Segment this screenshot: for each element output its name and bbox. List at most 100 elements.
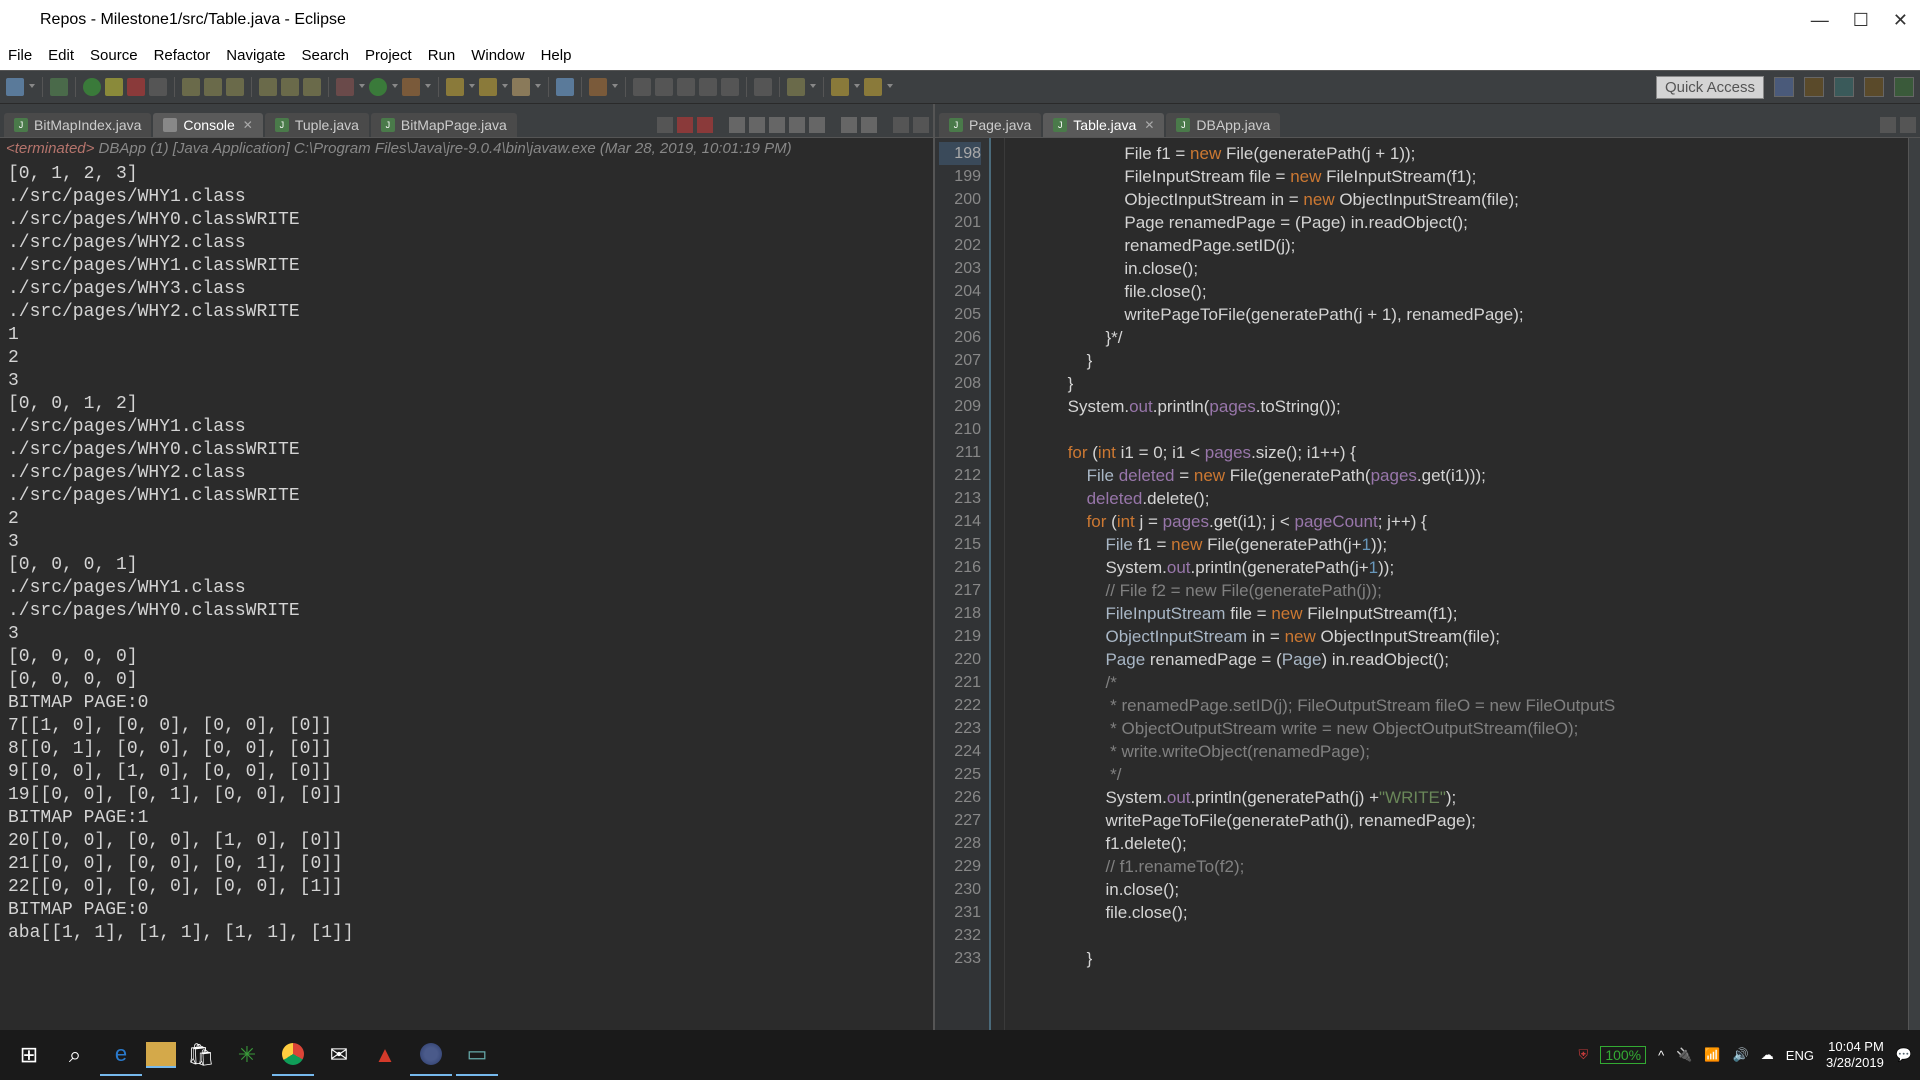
newpkg-icon[interactable]	[446, 78, 464, 96]
minimize-view-icon[interactable]	[893, 117, 909, 133]
tb-icon[interactable]	[512, 78, 530, 96]
terminate-relaunch-icon[interactable]	[657, 117, 673, 133]
notepad-icon[interactable]: ▭	[456, 1034, 498, 1076]
perspective-icon[interactable]	[1864, 77, 1884, 97]
save-icon[interactable]	[50, 78, 68, 96]
remove-launch-icon[interactable]	[677, 117, 693, 133]
eclipse-taskbar-icon[interactable]	[410, 1034, 452, 1076]
volume-icon[interactable]: 🔊	[1733, 1047, 1749, 1063]
perspective-open-icon[interactable]	[1774, 77, 1794, 97]
notifications-icon[interactable]: 💬	[1896, 1047, 1912, 1063]
app-icon[interactable]: ✳	[226, 1034, 268, 1076]
security-icon[interactable]: ⛨	[1579, 1047, 1589, 1063]
battery-indicator[interactable]: 100%	[1600, 1046, 1646, 1064]
perspective-debug-icon[interactable]	[1834, 77, 1854, 97]
pause-icon[interactable]	[105, 78, 123, 96]
tab-dbapp-java[interactable]: JDBApp.java	[1166, 113, 1280, 137]
forward-icon[interactable]	[864, 78, 882, 96]
fold-column[interactable]	[991, 138, 1005, 1030]
menu-help[interactable]: Help	[541, 47, 572, 64]
open-console-icon[interactable]	[841, 117, 857, 133]
code-editor[interactable]: 1981992002012022032042052062072082092102…	[935, 138, 1920, 1030]
search-icon[interactable]	[589, 78, 607, 96]
menu-window[interactable]: Window	[471, 47, 524, 64]
debug-icon[interactable]	[336, 78, 354, 96]
edge-icon[interactable]: e	[100, 1034, 142, 1076]
menu-edit[interactable]: Edit	[48, 47, 74, 64]
maximize-button[interactable]: ☐	[1853, 10, 1869, 31]
maximize-editor-icon[interactable]	[1900, 117, 1916, 133]
menu-run[interactable]: Run	[428, 47, 456, 64]
store-icon[interactable]: 🛍	[180, 1034, 222, 1076]
acrobat-icon[interactable]: ▲	[364, 1034, 406, 1076]
stepover-icon[interactable]	[204, 78, 222, 96]
stepinto-icon[interactable]	[182, 78, 200, 96]
new-console-icon[interactable]	[861, 117, 877, 133]
menu-project[interactable]: Project	[365, 47, 412, 64]
tab-tuple-java[interactable]: JTuple.java	[265, 113, 369, 137]
tb-icon[interactable]	[721, 78, 739, 96]
back-icon[interactable]	[831, 78, 849, 96]
power-icon[interactable]: 🔌	[1676, 1047, 1692, 1063]
menu-refactor[interactable]: Refactor	[154, 47, 211, 64]
menu-navigate[interactable]: Navigate	[226, 47, 285, 64]
tab-console[interactable]: Console✕	[153, 113, 262, 137]
eclipse-icon	[12, 10, 32, 30]
perspective-java-icon[interactable]	[1804, 77, 1824, 97]
run-icon[interactable]	[83, 78, 101, 96]
menu-source[interactable]: Source	[90, 47, 138, 64]
tb-icon[interactable]	[259, 78, 277, 96]
file-explorer-icon[interactable]	[146, 1042, 176, 1068]
tab-bitmappage-java[interactable]: JBitMapPage.java	[371, 113, 517, 137]
word-wrap-icon[interactable]	[769, 117, 785, 133]
clock[interactable]: 10:04 PM 3/28/2019	[1826, 1039, 1884, 1071]
tb-icon[interactable]	[677, 78, 695, 96]
minimize-editor-icon[interactable]	[1880, 117, 1896, 133]
perspective-icon[interactable]	[1894, 77, 1914, 97]
tb-icon[interactable]	[281, 78, 299, 96]
disconnect-icon[interactable]	[149, 78, 167, 96]
newclass-icon[interactable]	[479, 78, 497, 96]
minimize-button[interactable]: —	[1811, 10, 1829, 31]
clear-console-icon[interactable]	[729, 117, 745, 133]
opentype-icon[interactable]	[556, 78, 574, 96]
tb-icon[interactable]	[303, 78, 321, 96]
stepreturn-icon[interactable]	[226, 78, 244, 96]
scroll-lock-icon[interactable]	[749, 117, 765, 133]
new-icon[interactable]	[6, 78, 24, 96]
remove-all-icon[interactable]	[697, 117, 713, 133]
tab-bitmapindex-java[interactable]: JBitMapIndex.java	[4, 113, 151, 137]
pin-icon[interactable]	[787, 78, 805, 96]
language-indicator[interactable]: ENG	[1786, 1048, 1814, 1063]
coverage-icon[interactable]	[402, 78, 420, 96]
console-icon	[163, 118, 177, 132]
pin-console-icon[interactable]	[789, 117, 805, 133]
close-tab-icon[interactable]: ✕	[243, 118, 253, 132]
tb-icon[interactable]	[633, 78, 651, 96]
onedrive-icon[interactable]: ☁	[1761, 1047, 1774, 1063]
search-button[interactable]: ⌕	[54, 1034, 96, 1076]
menu-search[interactable]: Search	[301, 47, 349, 64]
close-button[interactable]: ✕	[1893, 10, 1908, 31]
overview-ruler[interactable]	[1908, 138, 1920, 1030]
mail-icon[interactable]: ✉	[318, 1034, 360, 1076]
stop-icon[interactable]	[127, 78, 145, 96]
menu-file[interactable]: File	[8, 47, 32, 64]
tb-icon[interactable]	[699, 78, 717, 96]
quick-access[interactable]: Quick Access	[1656, 76, 1764, 99]
maximize-view-icon[interactable]	[913, 117, 929, 133]
tab-page-java[interactable]: JPage.java	[939, 113, 1041, 137]
wifi-icon[interactable]: 📶	[1704, 1047, 1720, 1063]
close-tab-icon[interactable]: ✕	[1144, 118, 1154, 132]
tab-label: Tuple.java	[295, 117, 359, 133]
display-console-icon[interactable]	[809, 117, 825, 133]
tab-table-java[interactable]: JTable.java✕	[1043, 113, 1164, 137]
tb-icon[interactable]	[754, 78, 772, 96]
chrome-icon[interactable]	[272, 1034, 314, 1076]
code-area[interactable]: File f1 = new File(generatePath(j + 1));…	[1005, 138, 1908, 1030]
console-output[interactable]: [0, 1, 2, 3] ./src/pages/WHY1.class ./sr…	[0, 159, 933, 1030]
run-icon[interactable]	[369, 78, 387, 96]
tray-up-icon[interactable]: ^	[1658, 1048, 1664, 1063]
tb-icon[interactable]	[655, 78, 673, 96]
start-button[interactable]: ⊞	[8, 1034, 50, 1076]
